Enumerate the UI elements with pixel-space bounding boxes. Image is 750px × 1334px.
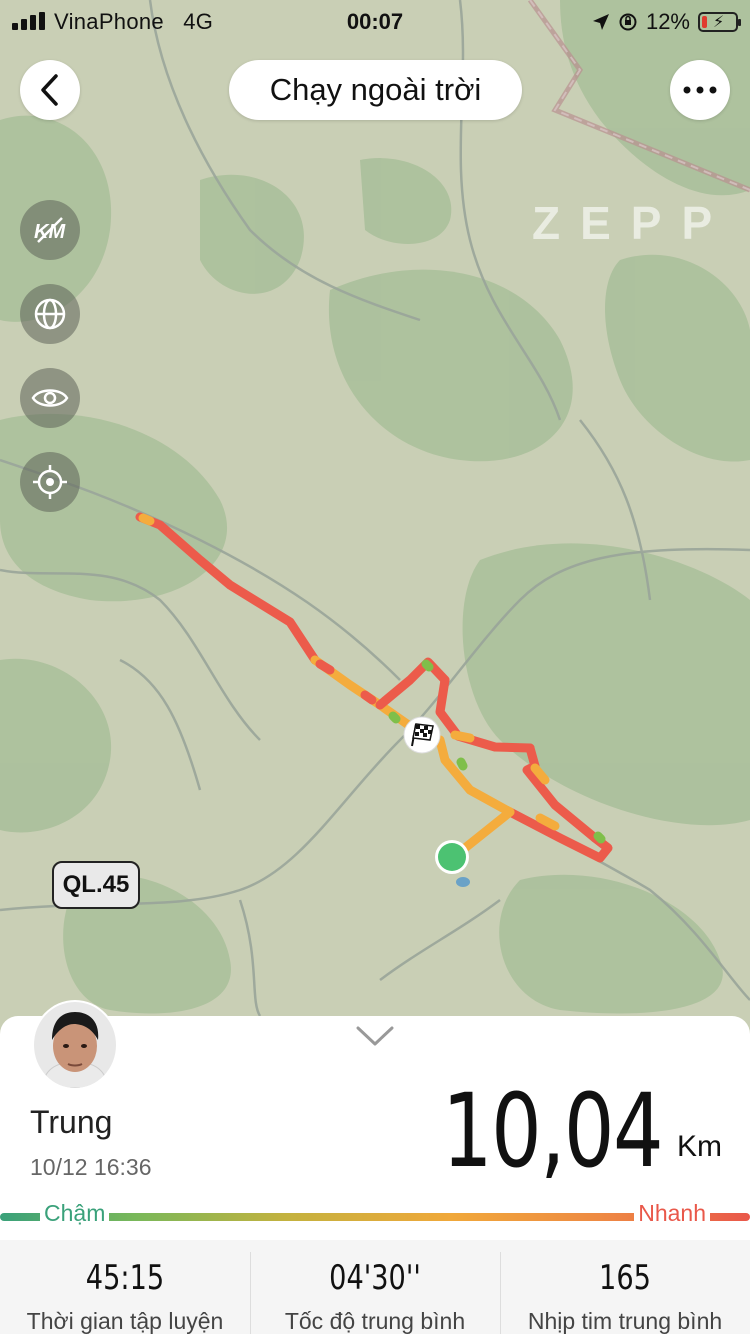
back-button[interactable] (20, 60, 80, 120)
locate-button[interactable] (20, 452, 80, 512)
stats-row: 45:15 Thời gian tập luyện 04'30'' Tốc độ… (0, 1240, 750, 1334)
stat-avg-heart-rate[interactable]: 165 Nhịp tim trung bình (500, 1240, 750, 1334)
stat-avg-heart-rate-label: Nhịp tim trung bình (527, 1308, 723, 1334)
pace-legend-fast: Nhanh (634, 1200, 710, 1227)
globe-icon (34, 298, 66, 330)
stat-avg-heart-rate-value: 165 (599, 1258, 651, 1298)
visibility-toggle-button[interactable] (20, 368, 80, 428)
back-icon (41, 74, 58, 106)
map-layer-button[interactable] (20, 284, 80, 344)
stat-avg-pace-value: 04'30'' (329, 1258, 421, 1298)
user-name: Trung (30, 1104, 113, 1140)
finish-flag-marker[interactable] (402, 715, 442, 755)
more-options-button[interactable] (670, 60, 730, 120)
stat-avg-pace[interactable]: 04'30'' Tốc độ trung bình (250, 1240, 500, 1334)
locate-icon (33, 465, 67, 499)
stat-duration-label: Thời gian tập luyện (26, 1308, 224, 1334)
more-icon (683, 86, 717, 94)
battery-percent: 12% (645, 9, 690, 34)
status-bar: VinaPhone 4G 00:07 12% ⚡ (0, 0, 750, 44)
road-badge: QL.45 (52, 861, 140, 909)
distance-value: 10,04 (442, 1072, 664, 1191)
avatar[interactable] (34, 1002, 116, 1088)
collapse-chevron-icon[interactable] (355, 1024, 395, 1048)
pace-legend-slow: Chậm (40, 1200, 110, 1227)
stat-avg-pace-label: Tốc độ trung bình (284, 1308, 466, 1334)
zepp-watermark: ZEPP (532, 197, 733, 249)
eye-icon (31, 389, 69, 407)
battery-icon: ⚡ (698, 12, 741, 32)
rotation-lock-icon (619, 13, 637, 31)
location-arrow-icon (592, 14, 609, 30)
km-marker-toggle-button[interactable]: KM (20, 200, 80, 260)
stat-duration-value: 45:15 (85, 1258, 165, 1298)
workout-datetime: 10/12 16:36 (30, 1154, 152, 1180)
km-marker-icon: KM (34, 217, 66, 243)
activity-type-title[interactable]: Chạy ngoài trời (229, 60, 522, 120)
stat-duration[interactable]: 45:15 Thời gian tập luyện (0, 1240, 250, 1334)
start-point-marker[interactable] (433, 838, 471, 876)
distance-unit: Km (677, 1130, 722, 1163)
